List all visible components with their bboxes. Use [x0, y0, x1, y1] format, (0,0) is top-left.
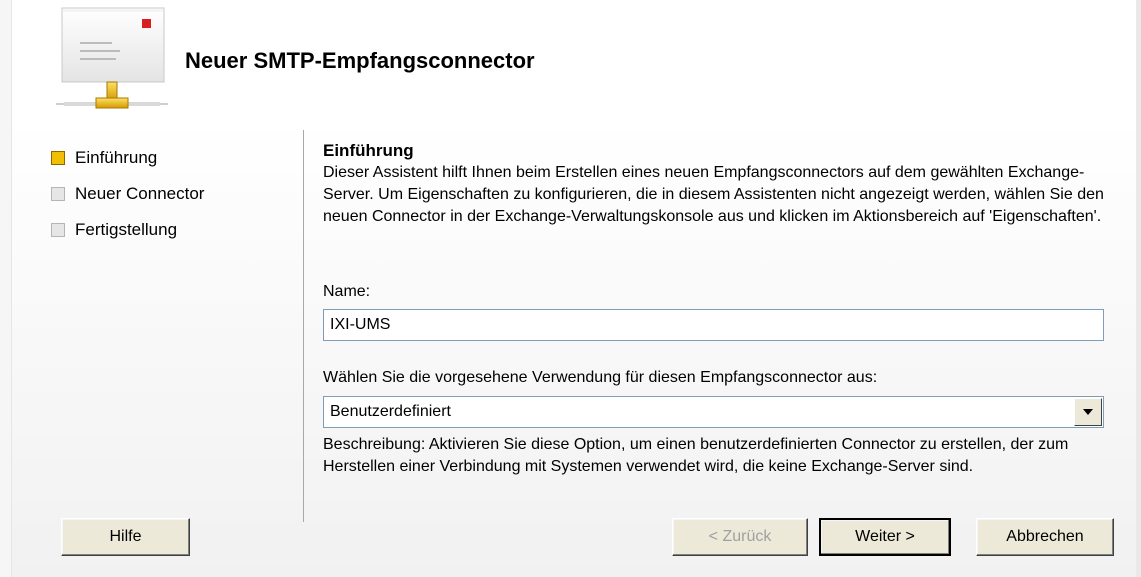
active-step-icon [51, 151, 65, 165]
chevron-down-icon [1083, 409, 1093, 415]
inactive-step-icon [51, 187, 65, 201]
wizard-window: Neuer SMTP-Empfangsconnector Einführung … [0, 0, 1141, 577]
name-input[interactable] [323, 309, 1104, 341]
cancel-button[interactable]: Abbrechen [976, 518, 1114, 556]
content-panel: Einführung Dieser Assistent hilft Ihnen … [323, 140, 1123, 228]
step-fertigstellung: Fertigstellung [51, 212, 204, 248]
dropdown-button[interactable] [1074, 398, 1102, 426]
next-button[interactable]: Weiter > [819, 518, 951, 556]
wizard-steps: Einführung Neuer Connector Fertigstellun… [51, 140, 204, 248]
step-label: Einführung [75, 148, 158, 167]
step-einfuehrung: Einführung [51, 140, 204, 176]
window-left-edge [0, 0, 12, 577]
step-label: Neuer Connector [75, 184, 205, 203]
usage-description: Beschreibung: Aktivieren Sie diese Optio… [323, 436, 1069, 475]
help-button[interactable]: Hilfe [61, 518, 190, 556]
usage-select[interactable]: Benutzerdefiniert [323, 396, 1104, 428]
usage-selected-value: Benutzerdefiniert [330, 403, 451, 420]
back-button[interactable]: < Zurück [672, 518, 808, 556]
step-label: Fertigstellung [75, 220, 178, 239]
wizard-title: Neuer SMTP-Empfangsconnector [185, 48, 535, 73]
vertical-divider [303, 130, 304, 522]
intro-text: Dieser Assistent hilft Ihnen beim Erstel… [323, 164, 1104, 225]
inactive-step-icon [51, 223, 65, 237]
window-right-edge [1136, 0, 1141, 577]
name-label: Name: [323, 283, 371, 300]
section-title: Einführung [323, 141, 414, 160]
step-neuer-connector: Neuer Connector [51, 176, 204, 212]
smtp-connector-icon [56, 6, 171, 121]
usage-label: Wählen Sie die vorgesehene Verwendung fü… [323, 369, 878, 386]
